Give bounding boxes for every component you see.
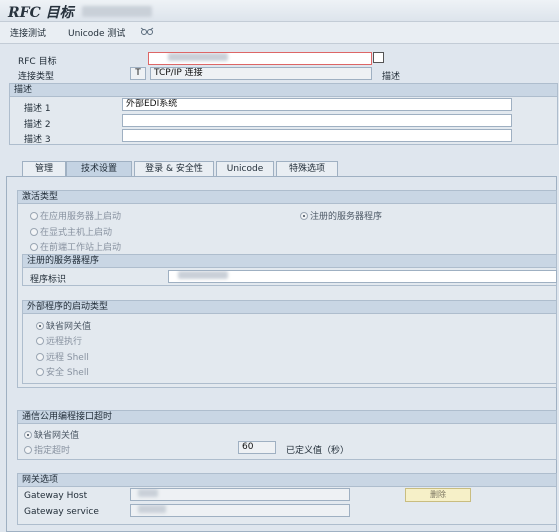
tab-logon-security[interactable]: 登录 & 安全性: [134, 161, 214, 177]
cpic-heading: 通信公用编程接口超时: [18, 411, 556, 424]
title-bar: RFC 目标: [0, 0, 559, 22]
program-id-label: 程序标识: [30, 275, 67, 285]
radio-cpic-default-label: 缺省网关值: [34, 431, 80, 441]
radio-cpic-default[interactable]: 缺省网关值: [24, 428, 79, 441]
unicode-test-button[interactable]: Unicode 测试: [68, 26, 125, 39]
radio-icon: [30, 212, 38, 220]
description-1-label: 描述 1: [24, 104, 51, 114]
external-start-heading: 外部程序的启动类型: [23, 301, 556, 314]
rfc-destination-label: RFC 目标: [18, 57, 57, 67]
radio-remote-exec-label: 远程执行: [46, 337, 83, 347]
external-start-group: 外部程序的启动类型: [22, 300, 557, 384]
radio-registered-server-label: 注册的服务器程序: [310, 212, 383, 222]
radio-secure-shell[interactable]: 安全 Shell: [36, 365, 89, 378]
radio-icon: [24, 446, 32, 454]
radio-icon: [36, 368, 44, 376]
gateway-heading: 网关选项: [18, 474, 556, 487]
gateway-host-label: Gateway Host: [24, 491, 88, 501]
toolbar: 连接测试 Unicode 测试: [0, 22, 559, 44]
description-2-label: 描述 2: [24, 120, 51, 130]
radio-icon: [36, 337, 44, 345]
description-1-field[interactable]: 外部EDI系统: [122, 98, 512, 111]
rfc-destination-field[interactable]: [148, 52, 372, 65]
window-title-text: RFC 目标: [8, 5, 74, 21]
describe-label: 描述: [382, 72, 401, 82]
connection-type-label: 连接类型: [18, 72, 55, 82]
multiple-selection-icon[interactable]: [373, 52, 384, 63]
description-heading: 描述: [10, 84, 557, 97]
tab-technical-settings[interactable]: 技术设置: [66, 161, 132, 177]
radio-selected-icon: [24, 431, 32, 439]
connection-type-text: TCP/IP 连接: [150, 67, 372, 80]
radio-explicit-host-label: 在显式主机上启动: [40, 228, 113, 238]
activation-heading: 激活类型: [18, 191, 556, 204]
gateway-service-field[interactable]: [130, 504, 350, 517]
radio-cpic-specify-label: 指定超时: [34, 446, 71, 456]
radio-selected-icon: [36, 322, 44, 330]
radio-icon: [30, 228, 38, 236]
radio-cpic-specify[interactable]: 指定超时: [24, 443, 70, 456]
radio-remote-shell-label: 远程 Shell: [46, 353, 89, 363]
tab-unicode[interactable]: Unicode: [216, 161, 274, 177]
tab-management[interactable]: 管理: [22, 161, 66, 177]
radio-default-gateway[interactable]: 缺省网关值: [36, 319, 91, 332]
radio-app-server[interactable]: 在应用服务器上启动: [30, 209, 121, 222]
radio-registered-server[interactable]: 注册的服务器程序: [300, 209, 382, 222]
radio-icon: [36, 353, 44, 361]
radio-default-gateway-label: 缺省网关值: [46, 322, 92, 332]
radio-frontend[interactable]: 在前端工作站上启动: [30, 240, 121, 253]
gateway-service-label: Gateway service: [24, 507, 99, 517]
tab-special-options[interactable]: 特殊选项: [276, 161, 338, 177]
redacted-gateway-host: [138, 489, 158, 497]
defined-value-label: 已定义值（秒）: [286, 446, 350, 456]
delete-button[interactable]: 删除: [405, 488, 471, 502]
radio-frontend-label: 在前端工作站上启动: [40, 243, 122, 253]
timeout-value-field[interactable]: 60: [238, 441, 276, 454]
registered-heading: 注册的服务器程序: [23, 255, 556, 268]
redacted-destination: [168, 53, 228, 61]
radio-secure-shell-label: 安全 Shell: [46, 368, 89, 378]
gateway-host-field[interactable]: [130, 488, 350, 501]
description-3-label: 描述 3: [24, 135, 51, 145]
radio-selected-icon: [300, 212, 308, 220]
description-2-field[interactable]: [122, 114, 512, 127]
connection-type-code: T: [130, 67, 146, 80]
radio-icon: [30, 243, 38, 251]
connection-test-button[interactable]: 连接测试: [10, 26, 46, 39]
radio-remote-exec[interactable]: 远程执行: [36, 334, 82, 347]
radio-remote-shell[interactable]: 远程 Shell: [36, 350, 89, 363]
radio-app-server-label: 在应用服务器上启动: [40, 212, 122, 222]
window-title: RFC 目标: [8, 2, 153, 22]
redacted-gateway-service: [138, 505, 166, 513]
radio-explicit-host[interactable]: 在显式主机上启动: [30, 225, 112, 238]
description-3-field[interactable]: [122, 129, 512, 142]
glasses-icon[interactable]: [140, 25, 154, 40]
program-id-field[interactable]: [168, 270, 557, 283]
redacted-title: [82, 6, 153, 17]
redacted-program-id: [178, 271, 228, 279]
